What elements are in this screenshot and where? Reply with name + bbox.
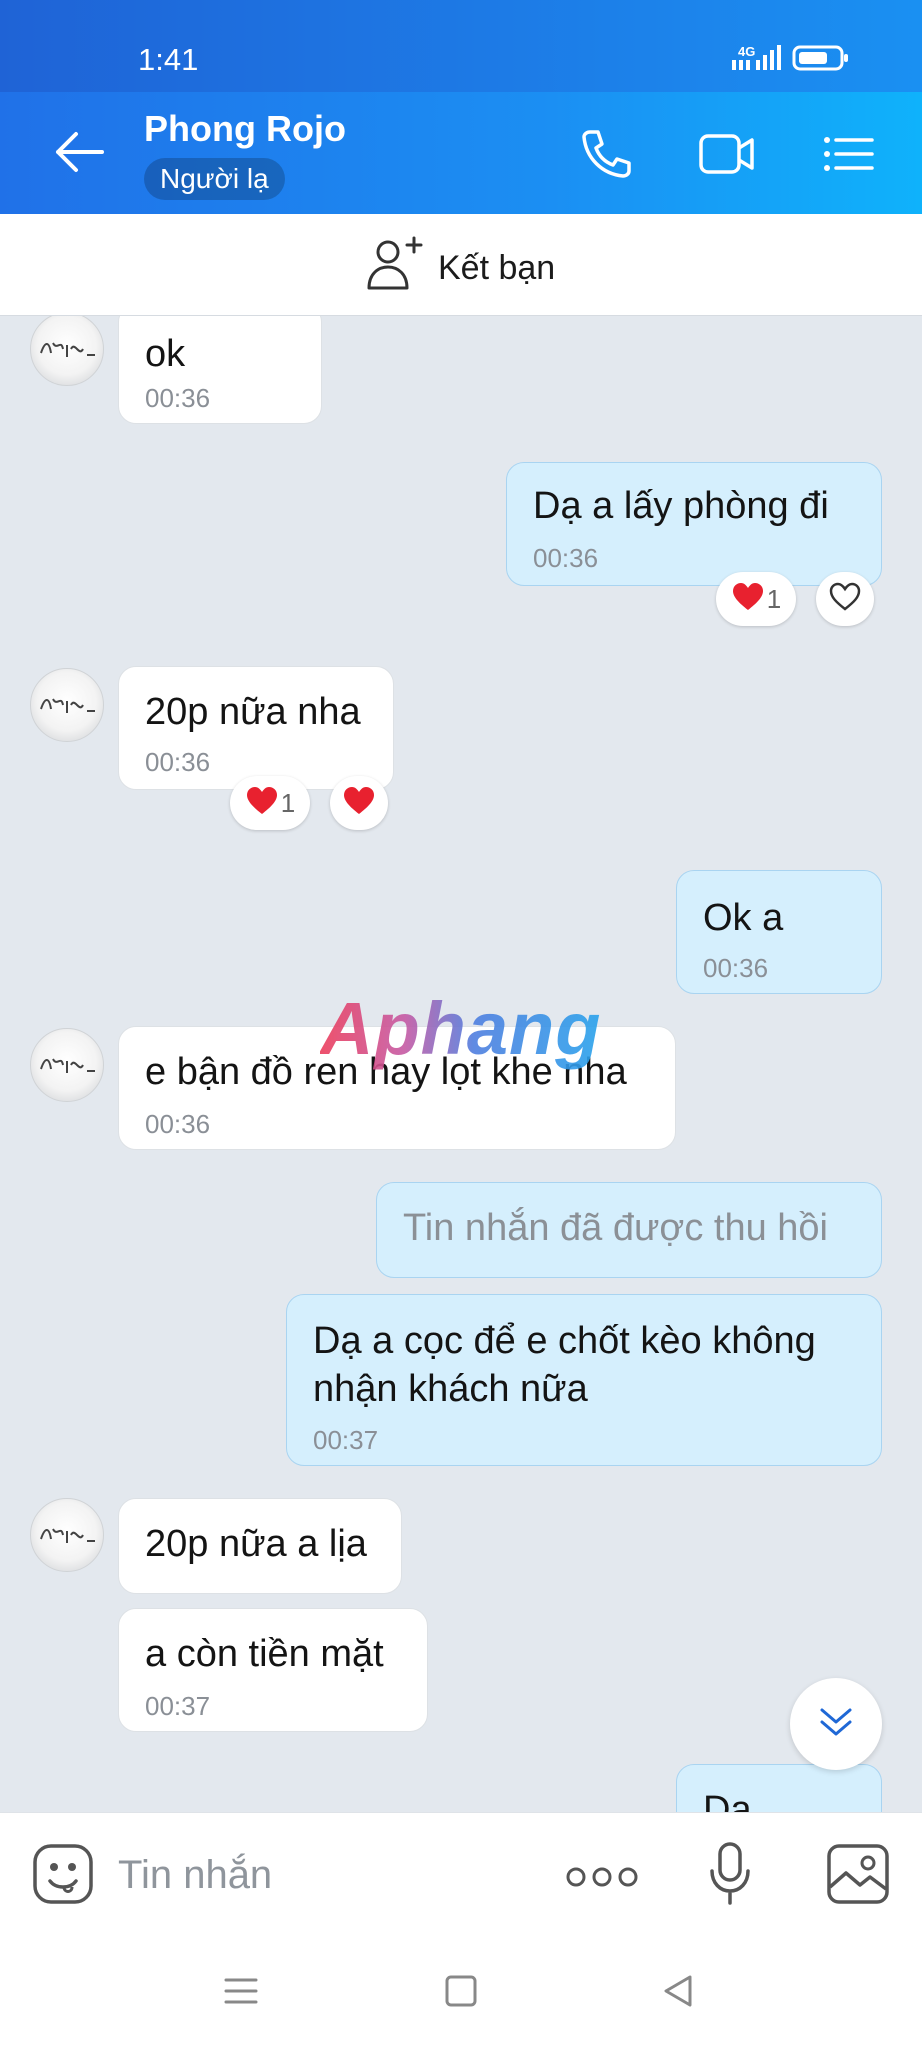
back-nav-icon[interactable] bbox=[662, 1974, 696, 2013]
message-text: ok bbox=[145, 333, 186, 375]
message-text: a còn tiền mặt bbox=[145, 1633, 384, 1675]
reaction-summary[interactable]: 1 bbox=[716, 572, 796, 626]
phone-call-icon[interactable] bbox=[578, 128, 634, 180]
message-text: Dạ bbox=[703, 1789, 752, 1812]
video-call-icon[interactable] bbox=[698, 128, 754, 180]
chat-header: Phong Rojo Người lạ bbox=[0, 92, 922, 214]
recalled-text: Tin nhắn đã được thu hồi bbox=[403, 1207, 828, 1249]
heart-filled-icon bbox=[342, 786, 376, 821]
contact-avatar[interactable] bbox=[30, 668, 104, 742]
contact-name[interactable]: Phong Rojo bbox=[144, 108, 346, 150]
outgoing-message[interactable]: Dạ a lấy phòng đi 00:36 bbox=[506, 462, 882, 586]
more-options-icon[interactable] bbox=[566, 1865, 638, 1894]
message-text: 20p nữa nha bbox=[145, 691, 361, 733]
message-text: 20p nữa a lịa bbox=[145, 1523, 367, 1565]
message-input[interactable] bbox=[118, 1847, 538, 1903]
network-type: 4G bbox=[738, 44, 755, 59]
scroll-to-bottom-button[interactable] bbox=[790, 1678, 882, 1770]
add-friend-button[interactable]: Kết bạn bbox=[366, 236, 555, 301]
reaction-summary[interactable]: 1 bbox=[230, 776, 310, 830]
message-text: Dạ a lấy phòng đi bbox=[533, 485, 829, 527]
signal-icon: 4G bbox=[730, 44, 782, 77]
react-button[interactable] bbox=[330, 776, 388, 830]
heart-reaction-icon bbox=[245, 786, 279, 821]
double-chevron-down-icon bbox=[816, 1702, 856, 1747]
message-text-line-1: Dạ a cọc để e chốt kèo không bbox=[313, 1320, 816, 1362]
reaction-count: 1 bbox=[766, 583, 782, 614]
system-navigation-bar bbox=[0, 1938, 922, 2048]
image-gallery-icon[interactable] bbox=[826, 1843, 890, 1910]
contact-avatar[interactable] bbox=[30, 316, 104, 386]
message-time: 00:36 bbox=[533, 543, 599, 573]
incoming-message[interactable]: 20p nữa nha 00:36 bbox=[118, 666, 394, 790]
incoming-message[interactable]: ok 00:36 bbox=[118, 316, 322, 424]
incoming-message[interactable]: 20p nữa a lịa bbox=[118, 1498, 402, 1594]
message-text-line-2: nhận khách nữa bbox=[313, 1368, 588, 1410]
recent-apps-icon[interactable] bbox=[224, 1974, 258, 2013]
react-button[interactable] bbox=[816, 572, 874, 626]
message-time: 00:36 bbox=[703, 953, 769, 983]
outgoing-message[interactable]: Ok a 00:36 bbox=[676, 870, 882, 994]
message-time: 00:37 bbox=[145, 1691, 211, 1721]
recalled-message[interactable]: Tin nhắn đã được thu hồi bbox=[376, 1182, 882, 1278]
outgoing-message[interactable]: Dạ a cọc để e chốt kèo không nhận khách … bbox=[286, 1294, 882, 1466]
heart-outline-icon bbox=[828, 582, 862, 617]
add-friend-bar: Kết bạn bbox=[0, 214, 922, 316]
incoming-message[interactable]: a còn tiền mặt 00:37 bbox=[118, 1608, 428, 1732]
message-time: 00:36 bbox=[145, 747, 211, 777]
menu-list-icon[interactable] bbox=[822, 128, 878, 180]
add-friend-label: Kết bạn bbox=[438, 249, 556, 287]
battery-icon bbox=[792, 44, 850, 77]
watermark-logo: Aphang bbox=[320, 987, 602, 1070]
status-bar: 1:41 4G bbox=[0, 0, 922, 92]
message-time: 00:37 bbox=[313, 1425, 379, 1455]
message-text: Ok a bbox=[703, 897, 784, 939]
microphone-icon[interactable] bbox=[708, 1841, 752, 1912]
emoji-sticker-icon[interactable] bbox=[32, 1843, 94, 1910]
status-time: 1:41 bbox=[138, 42, 199, 77]
message-time: 00:36 bbox=[145, 1109, 211, 1139]
reaction-count: 1 bbox=[280, 787, 296, 818]
home-icon[interactable] bbox=[444, 1974, 478, 2013]
message-input-bar bbox=[0, 1812, 922, 1938]
stranger-badge: Người lạ bbox=[144, 158, 285, 200]
add-user-icon bbox=[366, 236, 424, 301]
message-time: 00:36 bbox=[145, 383, 211, 413]
contact-avatar[interactable] bbox=[30, 1498, 104, 1572]
status-icons: 4G bbox=[730, 44, 850, 77]
back-arrow-icon[interactable] bbox=[54, 130, 106, 174]
message-list[interactable]: ok 00:36 Dạ a lấy phòng đi 00:36 1 20p n… bbox=[0, 316, 922, 1812]
heart-reaction-icon bbox=[731, 582, 765, 617]
contact-avatar[interactable] bbox=[30, 1028, 104, 1102]
outgoing-message[interactable]: Dạ bbox=[676, 1764, 882, 1812]
